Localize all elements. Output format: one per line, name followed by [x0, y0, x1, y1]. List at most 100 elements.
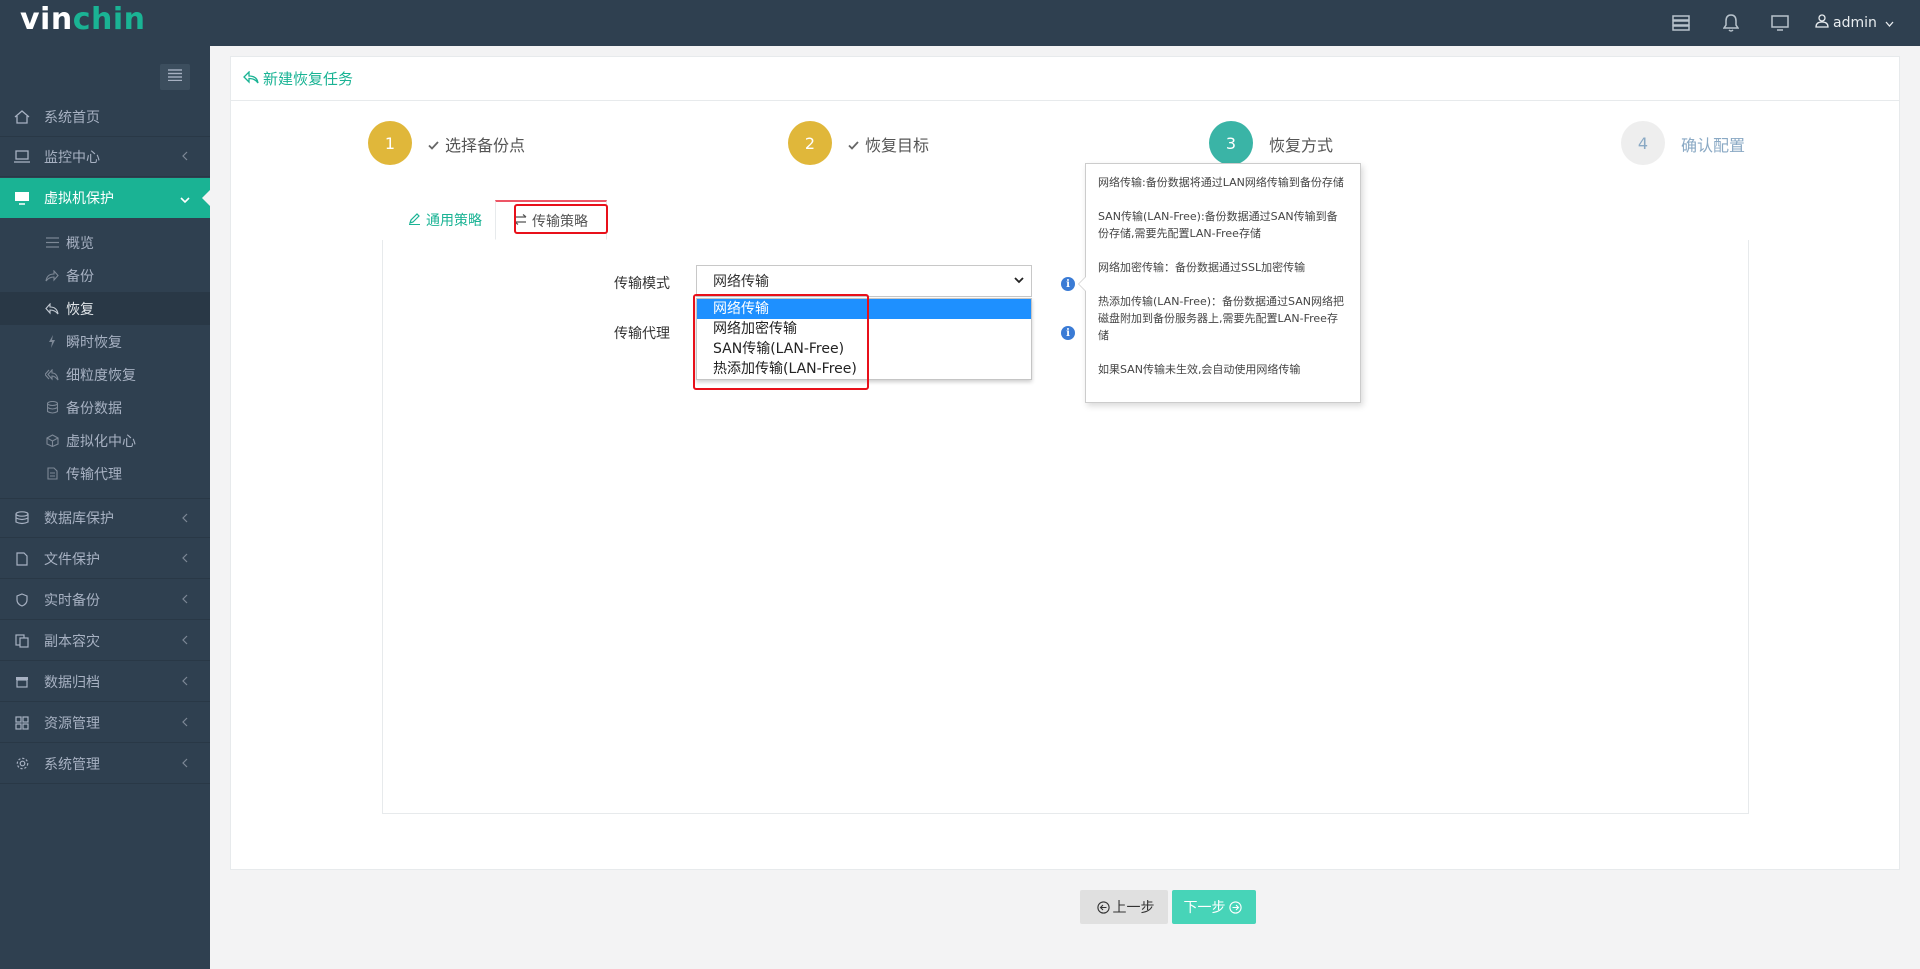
laptop-icon [0, 150, 44, 163]
sidebar-subitem-label: 传输代理 [66, 466, 122, 483]
tab-transfer-policy[interactable]: 传输策略 [495, 200, 607, 240]
chevron-left-icon [182, 551, 188, 567]
transfer-proxy-label: 传输代理 [614, 326, 670, 342]
tooltip-line: SAN传输(LAN-Free):备份数据通过SAN传输到备份存储,需要先配置LA… [1098, 210, 1338, 240]
info-icon[interactable]: i [1061, 277, 1075, 291]
grid-icon [0, 715, 44, 730]
edit-icon [408, 212, 421, 229]
database-icon [0, 511, 44, 525]
share-icon [42, 269, 62, 282]
tooltip-line: 如果SAN传输未生效,会自动使用网络传输 [1098, 363, 1301, 376]
sidebar-toggle-button[interactable] [160, 64, 190, 90]
sidebar-item-vm-protection[interactable]: 虚拟机保护 [0, 178, 210, 218]
tooltip-line: 网络加密传输：备份数据通过SSL加密传输 [1098, 261, 1306, 274]
sidebar-subitem-virtualization-center[interactable]: 虚拟化中心 [0, 424, 210, 457]
sidebar-item-label: 监控中心 [44, 149, 100, 166]
reply-all-icon [42, 368, 62, 381]
bell-icon[interactable] [1711, 0, 1751, 46]
wizard-footer [230, 869, 1900, 955]
sidebar-item-label: 文件保护 [44, 551, 100, 568]
previous-step-button[interactable]: 上一步 [1080, 890, 1168, 924]
step-1-circle: 1 [368, 121, 412, 165]
tooltip-line: 网络传输:备份数据将通过LAN网络传输到备份存储 [1098, 176, 1344, 189]
chevron-left-icon [182, 715, 188, 731]
chevron-left-icon [182, 756, 188, 772]
transfer-mode-select[interactable]: 网络传输 [696, 265, 1032, 297]
sidebar-item-realtime-backup[interactable]: 实时备份 [0, 580, 210, 620]
sidebar-item-label: 数据归档 [44, 674, 100, 691]
sidebar: 系统首页 监控中心 虚拟机保护 概览 备份 恢复 瞬时恢复 细粒度恢复 备份数据… [0, 46, 210, 969]
sidebar-subitem-label: 备份数据 [66, 400, 122, 417]
sidebar-item-file-protection[interactable]: 文件保护 [0, 539, 210, 579]
exchange-icon [514, 213, 527, 229]
sidebar-subitem-label: 瞬时恢复 [66, 334, 122, 351]
sidebar-subitem-label: 恢复 [66, 301, 94, 318]
copy-icon [0, 633, 44, 648]
sidebar-subitem-label: 备份 [66, 268, 94, 285]
check-icon [428, 135, 439, 154]
menu-icon [168, 69, 182, 85]
chevron-left-icon [182, 149, 188, 165]
sidebar-item-database-protection[interactable]: 数据库保护 [0, 498, 210, 538]
tab-general-policy[interactable]: 通用策略 [396, 200, 494, 240]
sidebar-subitem-label: 细粒度恢复 [66, 367, 136, 384]
vinchin-logo[interactable]: vinchin [20, 2, 145, 37]
sidebar-item-monitor[interactable]: 监控中心 [0, 137, 210, 177]
shield-icon [0, 592, 44, 607]
transfer-mode-tooltip: 网络传输:备份数据将通过LAN网络传输到备份存储 SAN传输(LAN-Free)… [1078, 163, 1361, 403]
dropdown-option[interactable]: 网络传输 [697, 299, 1031, 319]
server-icon[interactable] [1661, 0, 1701, 46]
gear-icon [0, 756, 44, 771]
user-menu[interactable]: admin [1815, 0, 1894, 46]
sidebar-subitem-label: 虚拟化中心 [66, 433, 136, 450]
sidebar-subitem-transfer-proxy[interactable]: 传输代理 [0, 457, 210, 490]
step-4-label: 确认配置 [1681, 136, 1746, 155]
sidebar-item-data-archive[interactable]: 数据归档 [0, 662, 210, 702]
list-icon [42, 237, 62, 248]
chevron-left-icon [182, 674, 188, 690]
chevron-left-icon [182, 511, 188, 527]
step-1-label: 选择备份点 [428, 132, 525, 156]
step-4-circle: 4 [1621, 121, 1665, 165]
file-icon [42, 467, 62, 480]
dropdown-option[interactable]: 热添加传输(LAN-Free) [697, 359, 1031, 379]
home-icon [0, 109, 44, 124]
page-title: 新建恢复任务 [231, 57, 1899, 101]
dropdown-option[interactable]: 网络加密传输 [697, 319, 1031, 339]
sidebar-item-label: 实时备份 [44, 592, 100, 609]
dropdown-option[interactable]: SAN传输(LAN-Free) [697, 339, 1031, 359]
sidebar-subitem-backup[interactable]: 备份 [0, 259, 210, 292]
sidebar-subitem-overview[interactable]: 概览 [0, 226, 210, 259]
sidebar-subitem-granular-restore[interactable]: 细粒度恢复 [0, 358, 210, 391]
monitor-icon[interactable] [1760, 0, 1800, 46]
sidebar-item-label: 系统首页 [44, 109, 100, 126]
chevron-down-icon [180, 192, 190, 208]
sidebar-item-system-management[interactable]: 系统管理 [0, 744, 210, 784]
sidebar-item-replica-dr[interactable]: 副本容灾 [0, 621, 210, 661]
step-2-circle: 2 [788, 121, 832, 165]
check-icon [848, 135, 859, 154]
reply-icon [42, 302, 62, 315]
tooltip-line: 热添加传输(LAN-Free)：备份数据通过SAN网络把磁盘附加到备份服务器上,… [1098, 295, 1344, 342]
reply-icon [243, 69, 259, 88]
sidebar-item-label: 副本容灾 [44, 633, 100, 650]
sidebar-item-resource-management[interactable]: 资源管理 [0, 703, 210, 743]
sidebar-subitem-restore[interactable]: 恢复 [0, 292, 210, 325]
user-icon [1815, 14, 1829, 32]
desktop-icon [0, 191, 44, 205]
next-step-button[interactable]: 下一步 [1172, 890, 1256, 924]
database-icon [42, 401, 62, 414]
chevron-down-icon [1885, 15, 1894, 31]
transfer-mode-label: 传输模式 [614, 276, 670, 292]
chevron-left-icon [182, 592, 188, 608]
sidebar-subitem-label: 概览 [66, 235, 94, 252]
sidebar-item-home[interactable]: 系统首页 [0, 97, 210, 137]
sidebar-item-label: 资源管理 [44, 715, 100, 732]
info-icon[interactable]: i [1061, 326, 1075, 340]
page-title-text: 新建恢复任务 [263, 70, 354, 88]
sidebar-subitem-instant-restore[interactable]: 瞬时恢复 [0, 325, 210, 358]
sidebar-item-label: 系统管理 [44, 756, 100, 773]
sidebar-subitem-backup-data[interactable]: 备份数据 [0, 391, 210, 424]
arrow-circle-left-icon [1096, 900, 1110, 914]
sidebar-item-label: 数据库保护 [44, 511, 114, 527]
